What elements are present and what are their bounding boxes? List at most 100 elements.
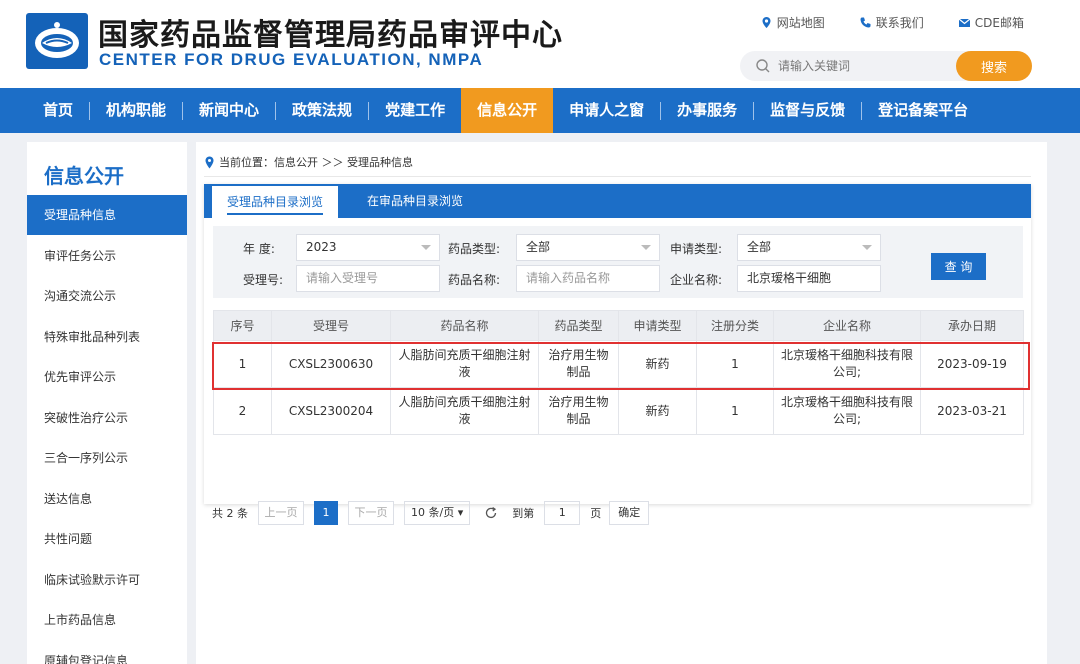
cell-apply-type: 新药 xyxy=(618,340,697,388)
nav-item-registration[interactable]: 登记备案平台 xyxy=(862,88,984,133)
next-page-button[interactable]: 下一页 xyxy=(348,501,394,525)
sidebar-item-three-in-one[interactable]: 三合一序列公示 xyxy=(27,438,187,478)
sitemap-link[interactable]: 网站地图 xyxy=(760,14,825,31)
cell-company: 北京瑷格干细胞科技有限公司; xyxy=(773,340,921,388)
table-row[interactable]: 2 CXSL2300204 人脂肪间充质干细胞注射液 治疗用生物制品 新药 1 … xyxy=(213,387,1024,435)
apply-type-select[interactable]: 全部 xyxy=(737,234,881,261)
cell-date: 2023-03-21 xyxy=(920,387,1024,435)
breadcrumb: 当前位置：信息公开 ＞＞ 受理品种信息 xyxy=(204,154,413,170)
tab-bar: 受理品种目录浏览 在审品种目录浏览 xyxy=(204,184,1031,218)
sidebar-item-marketed-drugs[interactable]: 上市药品信息 xyxy=(27,600,187,640)
total-count: 共 2 条 xyxy=(212,507,248,520)
sidebar-item-communication[interactable]: 沟通交流公示 xyxy=(27,276,187,316)
page-size-select[interactable]: 10 条/页 ▾ xyxy=(404,501,471,525)
drug-type-value: 全部 xyxy=(526,240,551,254)
sidebar-item-api-registration[interactable]: 原辅包登记信息 xyxy=(27,641,187,664)
sidebar-item-accepted-varieties[interactable]: 受理品种信息 xyxy=(27,195,187,235)
breadcrumb-text: 当前位置：信息公开 ＞＞ 受理品种信息 xyxy=(219,156,413,169)
accept-no-label: 受理号: xyxy=(243,273,284,287)
search-icon xyxy=(756,59,770,73)
column-header: 药品名称 xyxy=(390,310,539,341)
nav-item-feedback[interactable]: 监督与反馈 xyxy=(754,88,861,133)
column-header: 药品类型 xyxy=(538,310,619,341)
year-select[interactable]: 2023 xyxy=(296,234,440,261)
column-header: 申请类型 xyxy=(618,310,697,341)
tab-accepted-catalog-label: 受理品种目录浏览 xyxy=(226,195,323,215)
nav-item-news[interactable]: 新闻中心 xyxy=(183,88,275,133)
cde-mail-label: CDE邮箱 xyxy=(974,16,1024,30)
drug-name-input[interactable]: 请输入药品名称 xyxy=(516,265,660,292)
cell-date: 2023-09-19 xyxy=(920,340,1024,388)
goto-confirm-button[interactable]: 确定 xyxy=(609,501,650,525)
drug-name-label: 药品名称: xyxy=(448,273,501,287)
nav-item-party[interactable]: 党建工作 xyxy=(369,88,461,133)
sidebar-item-breakthrough[interactable]: 突破性治疗公示 xyxy=(27,398,187,438)
cell-company: 北京瑷格干细胞科技有限公司; xyxy=(773,387,921,435)
cell-index: 2 xyxy=(213,387,272,435)
nav-item-applicant[interactable]: 申请人之窗 xyxy=(553,88,660,133)
sidebar-item-priority-review[interactable]: 优先审评公示 xyxy=(27,357,187,397)
contact-link[interactable]: 联系我们 xyxy=(859,14,924,31)
sidebar: 信息公开 受理品种信息 审评任务公示 沟通交流公示 特殊审批品种列表 优先审评公… xyxy=(27,142,187,664)
search-input[interactable] xyxy=(778,57,948,75)
chevron-down-icon xyxy=(641,245,651,250)
sidebar-item-special-approval[interactable]: 特殊审批品种列表 xyxy=(27,317,187,357)
search-box: 搜索 xyxy=(740,51,1032,81)
site-subtitle: CENTER FOR DRUG EVALUATION, NMPA xyxy=(99,50,484,69)
table-row[interactable]: 1 CXSL2300630 人脂肪间充质干细胞注射液 治疗用生物制品 新药 1 … xyxy=(213,340,1024,388)
main-nav: 首页 机构职能 新闻中心 政策法规 党建工作 信息公开 申请人之窗 办事服务 监… xyxy=(0,88,1080,133)
company-label: 企业名称: xyxy=(670,273,723,287)
nav-item-info-disclosure[interactable]: 信息公开 xyxy=(461,88,554,133)
tab-in-review-catalog-label: 在审品种目录浏览 xyxy=(366,194,463,208)
nav-item-functions[interactable]: 机构职能 xyxy=(90,88,182,133)
cell-drug-name: 人脂肪间充质干细胞注射液 xyxy=(390,340,539,388)
query-card: 受理品种目录浏览 在审品种目录浏览 年 度: 2023 药品类型: 全部 申请类… xyxy=(204,184,1031,525)
company-input[interactable]: 北京瑷格干细胞 xyxy=(737,265,881,292)
tab-accepted-catalog[interactable]: 受理品种目录浏览 xyxy=(212,186,338,218)
cde-mail-link[interactable]: CDE邮箱 xyxy=(958,14,1024,31)
cell-accept-no: CXSL2300630 xyxy=(271,340,391,388)
column-header: 序号 xyxy=(213,310,272,341)
nav-item-home[interactable]: 首页 xyxy=(27,88,89,133)
column-header: 企业名称 xyxy=(773,310,921,341)
site-title: 国家药品监督管理局药品审评中心 xyxy=(98,18,563,53)
sitemap-label: 网站地图 xyxy=(776,16,825,30)
tab-in-review-catalog[interactable]: 在审品种目录浏览 xyxy=(352,184,478,218)
cde-logo-icon[interactable] xyxy=(26,13,88,69)
goto-page-input[interactable]: 1 xyxy=(544,501,581,525)
cell-drug-type: 治疗用生物制品 xyxy=(538,387,619,435)
location-pin-icon xyxy=(205,156,214,168)
drug-type-select[interactable]: 全部 xyxy=(516,234,660,261)
year-label: 年 度: xyxy=(243,242,275,256)
cell-reg-class: 1 xyxy=(696,387,774,435)
prev-page-button[interactable]: 上一页 xyxy=(258,501,304,525)
sidebar-item-review-tasks[interactable]: 审评任务公示 xyxy=(27,236,187,276)
contact-label: 联系我们 xyxy=(875,16,924,30)
sidebar-item-common-issues[interactable]: 共性问题 xyxy=(27,519,187,559)
page-number-current[interactable]: 1 xyxy=(314,501,338,525)
chevron-down-icon xyxy=(421,245,431,250)
apply-type-label: 申请类型: xyxy=(670,242,723,256)
query-button[interactable]: 查 询 xyxy=(931,253,986,280)
mail-icon xyxy=(958,18,971,27)
column-header: 受理号 xyxy=(271,310,391,341)
sidebar-item-clinical-trial[interactable]: 临床试验默示许可 xyxy=(27,560,187,600)
cell-accept-no: CXSL2300204 xyxy=(271,387,391,435)
accept-no-input[interactable]: 请输入受理号 xyxy=(296,265,440,292)
sidebar-item-delivery[interactable]: 送达信息 xyxy=(27,479,187,519)
apply-type-value: 全部 xyxy=(747,240,772,254)
nav-item-policies[interactable]: 政策法规 xyxy=(276,88,368,133)
filter-panel: 年 度: 2023 药品类型: 全部 申请类型: 全部 受理号: 请输入受理号 … xyxy=(213,226,1023,298)
page-unit-label: 页 xyxy=(590,507,602,520)
column-header: 承办日期 xyxy=(920,310,1024,341)
search-button[interactable]: 搜索 xyxy=(956,51,1032,81)
cell-drug-type: 治疗用生物制品 xyxy=(538,340,619,388)
site-header: 国家药品监督管理局药品审评中心 CENTER FOR DRUG EVALUATI… xyxy=(0,0,1080,88)
location-pin-icon xyxy=(762,17,771,28)
chevron-down-icon xyxy=(862,245,872,250)
breadcrumb-divider xyxy=(204,176,1031,177)
nav-item-services[interactable]: 办事服务 xyxy=(661,88,753,133)
results-table: 序号 受理号 药品名称 药品类型 申请类型 注册分类 企业名称 承办日期 1 C… xyxy=(213,310,1024,435)
refresh-icon[interactable] xyxy=(484,506,498,520)
cell-reg-class: 1 xyxy=(696,340,774,388)
